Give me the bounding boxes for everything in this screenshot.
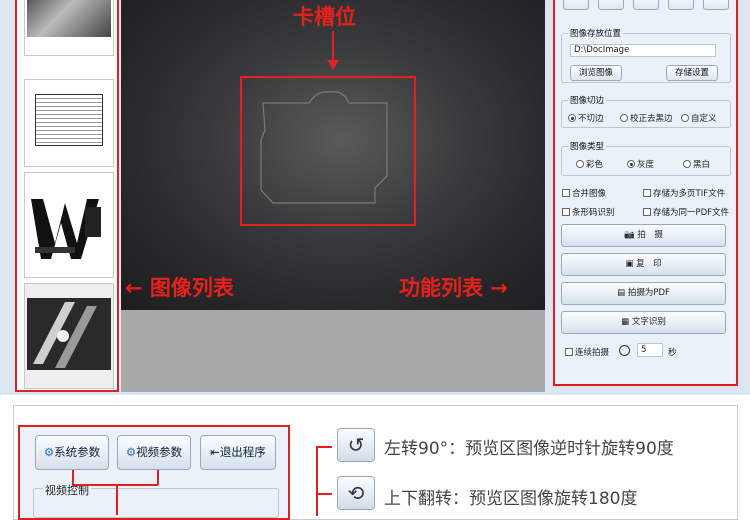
capture-button[interactable]: 📷 拍 摄 bbox=[561, 224, 726, 247]
storage-group: 图像存放位置 D:\DocImage 浏览图像 存储设置 bbox=[561, 27, 731, 83]
type-option-gray[interactable]: 灰度 bbox=[627, 158, 654, 170]
interval-unit: 秒 bbox=[668, 348, 677, 358]
thumbnail-4-image bbox=[25, 284, 113, 388]
connector-3 bbox=[157, 470, 159, 485]
toolbar-button-1[interactable] bbox=[563, 0, 589, 10]
type-option-color[interactable]: 彩色 bbox=[576, 158, 603, 170]
thumbnail-2[interactable] bbox=[24, 79, 114, 167]
thumbnail-3-image bbox=[25, 173, 113, 277]
connector-1 bbox=[72, 470, 74, 485]
bracket-tick-2 bbox=[316, 493, 332, 495]
bracket-tick-1 bbox=[316, 446, 332, 448]
toolbar-button-2[interactable] bbox=[598, 0, 624, 10]
clock-icon bbox=[619, 345, 630, 356]
rotate-description: 左转90°：预览区图像逆时针旋转90度 bbox=[384, 439, 674, 459]
connector-2 bbox=[72, 484, 158, 486]
function-list-annotation: 功能列表 → bbox=[399, 276, 508, 300]
exit-button[interactable]: ⇤退出程序 bbox=[200, 435, 276, 470]
ocr-button[interactable]: ▦ 文字识别 bbox=[561, 311, 726, 334]
crop-title: 图像切边 bbox=[568, 94, 607, 106]
function-panel: 图像存放位置 D:\DocImage 浏览图像 存储设置 图像切边 不切边 校正… bbox=[553, 0, 738, 386]
thumbnail-3[interactable] bbox=[24, 172, 114, 278]
image-type-group: 图像类型 彩色 灰度 黑白 bbox=[561, 140, 731, 176]
barcode-checkbox[interactable]: 条形码识别 bbox=[562, 206, 615, 218]
toolbar-button-5[interactable] bbox=[703, 0, 729, 10]
bracket-line bbox=[316, 446, 318, 516]
flip-description: 上下翻转：预览区图像旋转180度 bbox=[384, 489, 638, 509]
toolbar-button-3[interactable] bbox=[633, 0, 659, 10]
type-option-bw[interactable]: 黑白 bbox=[683, 158, 710, 170]
browse-button[interactable]: 浏览图像 bbox=[570, 65, 622, 81]
copy-icon: ▣ bbox=[625, 259, 637, 269]
continuous-capture-checkbox[interactable]: 连续拍摄 bbox=[565, 346, 609, 358]
storage-settings-button[interactable]: 存储设置 bbox=[666, 65, 718, 81]
thumbnail-1[interactable] bbox=[24, 0, 114, 56]
crop-group: 图像切边 不切边 校正去黑边 自定义 bbox=[561, 94, 731, 128]
preview-bottom bbox=[121, 310, 545, 392]
same-pdf-checkbox[interactable]: 存储为同一PDF文件 bbox=[643, 206, 729, 218]
interval-input[interactable]: 5 bbox=[637, 343, 663, 357]
connector-4 bbox=[116, 484, 118, 515]
camera-icon: 📷 bbox=[624, 230, 638, 240]
slot-box bbox=[240, 76, 416, 226]
flip-icon[interactable]: ⟲ bbox=[337, 476, 375, 510]
gears-icon: ⚙ bbox=[125, 445, 137, 459]
image-list-annotation: ← 图像列表 bbox=[125, 276, 234, 300]
crop-option-custom[interactable]: 自定义 bbox=[681, 112, 717, 124]
multipage-tif-checkbox[interactable]: 存储为多页TIF文件 bbox=[643, 187, 725, 199]
copy-button[interactable]: ▣ 复 印 bbox=[561, 253, 726, 276]
crop-option-correct[interactable]: 校正去黑边 bbox=[620, 112, 673, 124]
slot-arrow-head bbox=[327, 60, 339, 70]
slot-annotation: 卡槽位 bbox=[293, 5, 356, 29]
capture-pdf-button[interactable]: ▤ 拍摄为PDF bbox=[561, 282, 726, 305]
video-params-button[interactable]: ⚙视频参数 bbox=[117, 435, 191, 470]
crop-option-none[interactable]: 不切边 bbox=[568, 112, 604, 124]
book-icon: ▤ bbox=[617, 288, 628, 298]
exit-icon: ⇤ bbox=[210, 445, 220, 459]
toolbar-button-4[interactable] bbox=[668, 0, 694, 10]
storage-title: 图像存放位置 bbox=[568, 27, 624, 39]
merge-images-checkbox[interactable]: 合并图像 bbox=[562, 187, 606, 199]
text-icon: ▦ bbox=[621, 317, 632, 327]
gear-icon: ⚙ bbox=[43, 445, 55, 459]
image-list bbox=[15, 0, 119, 392]
storage-path-field[interactable]: D:\DocImage bbox=[570, 44, 716, 57]
image-type-title: 图像类型 bbox=[568, 140, 607, 152]
thumbnail-4[interactable] bbox=[24, 283, 114, 389]
system-params-button[interactable]: ⚙系统参数 bbox=[35, 435, 109, 470]
rotate-left-icon[interactable]: ↺ bbox=[337, 428, 375, 462]
